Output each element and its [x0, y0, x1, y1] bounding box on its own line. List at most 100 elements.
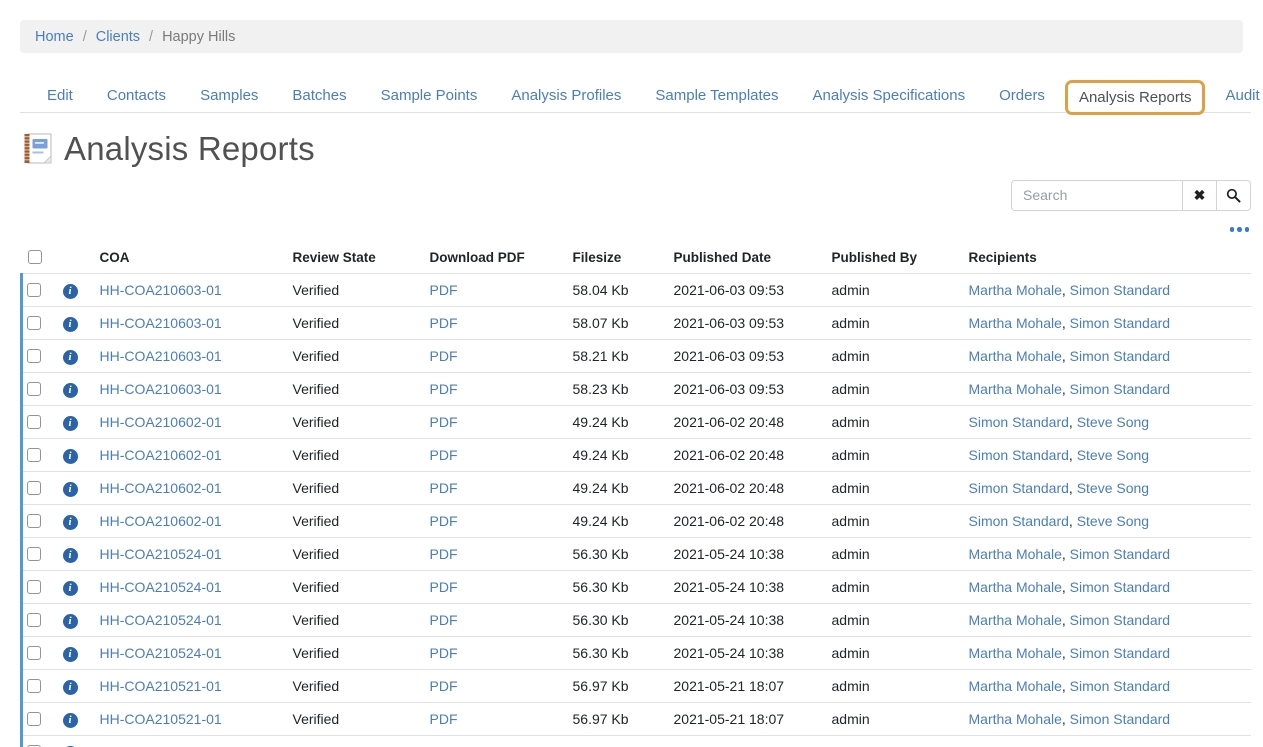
recipient-link[interactable]: Martha Mohale: [969, 282, 1062, 298]
row-checkbox[interactable]: [27, 679, 41, 693]
row-checkbox[interactable]: [27, 415, 41, 429]
tab-contacts[interactable]: Contacts: [90, 79, 183, 112]
info-circle-icon[interactable]: i: [63, 581, 78, 596]
info-circle-icon[interactable]: i: [63, 647, 78, 662]
pdf-download-link[interactable]: PDF: [430, 546, 458, 562]
coa-link[interactable]: HH-COA210602-01: [100, 480, 222, 496]
recipient-link[interactable]: Steve Song: [1077, 480, 1149, 496]
coa-link[interactable]: HH-COA210521-01: [100, 678, 222, 694]
tab-analysis-profiles[interactable]: Analysis Profiles: [494, 79, 638, 112]
pdf-download-link[interactable]: PDF: [430, 678, 458, 694]
info-circle-icon[interactable]: i: [63, 416, 78, 431]
recipient-link[interactable]: Simon Standard: [1070, 315, 1170, 331]
search-button[interactable]: [1217, 180, 1251, 211]
row-checkbox[interactable]: [27, 448, 41, 462]
recipient-link[interactable]: Simon Standard: [1070, 645, 1170, 661]
tab-analysis-specifications[interactable]: Analysis Specifications: [796, 79, 983, 112]
recipient-link[interactable]: Simon Standard: [1070, 678, 1170, 694]
recipient-link[interactable]: Simon Standard: [969, 513, 1069, 529]
info-circle-icon[interactable]: i: [63, 713, 78, 728]
recipient-link[interactable]: Steve Song: [1077, 414, 1149, 430]
recipient-link[interactable]: Simon Standard: [1070, 579, 1170, 595]
tab-analysis-reports[interactable]: Analysis Reports: [1065, 80, 1206, 115]
coa-link[interactable]: HH-COA210603-01: [100, 315, 222, 331]
recipient-link[interactable]: Martha Mohale: [969, 381, 1062, 397]
recipient-link[interactable]: Simon Standard: [1070, 711, 1170, 727]
pdf-download-link[interactable]: PDF: [430, 711, 458, 727]
tab-samples[interactable]: Samples: [183, 79, 275, 112]
tab-orders[interactable]: Orders: [982, 79, 1062, 112]
pdf-download-link[interactable]: PDF: [430, 579, 458, 595]
info-circle-icon[interactable]: i: [63, 350, 78, 365]
recipient-link[interactable]: Simon Standard: [1070, 612, 1170, 628]
coa-link[interactable]: HH-COA210521-01: [100, 711, 222, 727]
info-circle-icon[interactable]: i: [63, 383, 78, 398]
pdf-download-link[interactable]: PDF: [430, 447, 458, 463]
recipient-link[interactable]: Martha Mohale: [969, 711, 1062, 727]
recipient-link[interactable]: Simon Standard: [969, 414, 1069, 430]
info-circle-icon[interactable]: i: [63, 284, 78, 299]
pdf-download-link[interactable]: PDF: [430, 414, 458, 430]
coa-link[interactable]: HH-COA210602-01: [100, 414, 222, 430]
breadcrumb-link-home[interactable]: Home: [35, 29, 74, 45]
recipient-link[interactable]: Simon Standard: [1070, 546, 1170, 562]
row-checkbox[interactable]: [27, 316, 41, 330]
select-all-checkbox[interactable]: [28, 250, 42, 264]
pdf-download-link[interactable]: PDF: [430, 480, 458, 496]
recipient-link[interactable]: Simon Standard: [1070, 282, 1170, 298]
row-checkbox[interactable]: [27, 580, 41, 594]
tab-edit[interactable]: Edit: [30, 79, 90, 112]
recipient-link[interactable]: Simon Standard: [969, 480, 1069, 496]
recipient-link[interactable]: Martha Mohale: [969, 678, 1062, 694]
row-checkbox[interactable]: [27, 646, 41, 660]
row-checkbox[interactable]: [27, 382, 41, 396]
recipient-link[interactable]: Simon Standard: [1070, 348, 1170, 364]
search-input[interactable]: [1011, 180, 1183, 211]
info-circle-icon[interactable]: i: [63, 515, 78, 530]
recipient-link[interactable]: Martha Mohale: [969, 612, 1062, 628]
pdf-download-link[interactable]: PDF: [430, 315, 458, 331]
recipient-link[interactable]: Simon Standard: [1070, 381, 1170, 397]
coa-link[interactable]: HH-COA210603-01: [100, 282, 222, 298]
coa-link[interactable]: HH-COA210524-01: [100, 612, 222, 628]
more-options-ellipsis-icon[interactable]: [1230, 225, 1250, 235]
recipient-link[interactable]: Martha Mohale: [969, 546, 1062, 562]
breadcrumb-link-clients[interactable]: Clients: [96, 29, 140, 45]
info-circle-icon[interactable]: i: [63, 614, 78, 629]
row-checkbox[interactable]: [27, 547, 41, 561]
tab-audit-log[interactable]: Audit Log: [1208, 79, 1263, 112]
pdf-download-link[interactable]: PDF: [430, 513, 458, 529]
clear-search-button[interactable]: ✖: [1183, 180, 1217, 211]
coa-link[interactable]: HH-COA210602-01: [100, 447, 222, 463]
coa-link[interactable]: HH-COA210524-01: [100, 579, 222, 595]
pdf-download-link[interactable]: PDF: [430, 381, 458, 397]
info-circle-icon[interactable]: i: [63, 317, 78, 332]
recipient-link[interactable]: Martha Mohale: [969, 579, 1062, 595]
row-checkbox[interactable]: [27, 283, 41, 297]
info-circle-icon[interactable]: i: [63, 482, 78, 497]
row-checkbox[interactable]: [27, 712, 41, 726]
recipient-link[interactable]: Steve Song: [1077, 513, 1149, 529]
row-checkbox[interactable]: [27, 481, 41, 495]
tab-sample-points[interactable]: Sample Points: [364, 79, 495, 112]
row-checkbox[interactable]: [27, 349, 41, 363]
pdf-download-link[interactable]: PDF: [430, 612, 458, 628]
coa-link[interactable]: HH-COA210603-01: [100, 348, 222, 364]
info-circle-icon[interactable]: i: [63, 548, 78, 563]
pdf-download-link[interactable]: PDF: [430, 282, 458, 298]
tab-sample-templates[interactable]: Sample Templates: [638, 79, 795, 112]
coa-link[interactable]: HH-COA210603-01: [100, 381, 222, 397]
recipient-link[interactable]: Steve Song: [1077, 447, 1149, 463]
pdf-download-link[interactable]: PDF: [430, 645, 458, 661]
recipient-link[interactable]: Martha Mohale: [969, 348, 1062, 364]
row-checkbox[interactable]: [27, 514, 41, 528]
pdf-download-link[interactable]: PDF: [430, 348, 458, 364]
row-checkbox[interactable]: [27, 613, 41, 627]
tab-batches[interactable]: Batches: [275, 79, 363, 112]
info-circle-icon[interactable]: i: [63, 449, 78, 464]
recipient-link[interactable]: Martha Mohale: [969, 315, 1062, 331]
info-circle-icon[interactable]: i: [63, 680, 78, 695]
coa-link[interactable]: HH-COA210524-01: [100, 645, 222, 661]
recipient-link[interactable]: Simon Standard: [969, 447, 1069, 463]
recipient-link[interactable]: Martha Mohale: [969, 645, 1062, 661]
